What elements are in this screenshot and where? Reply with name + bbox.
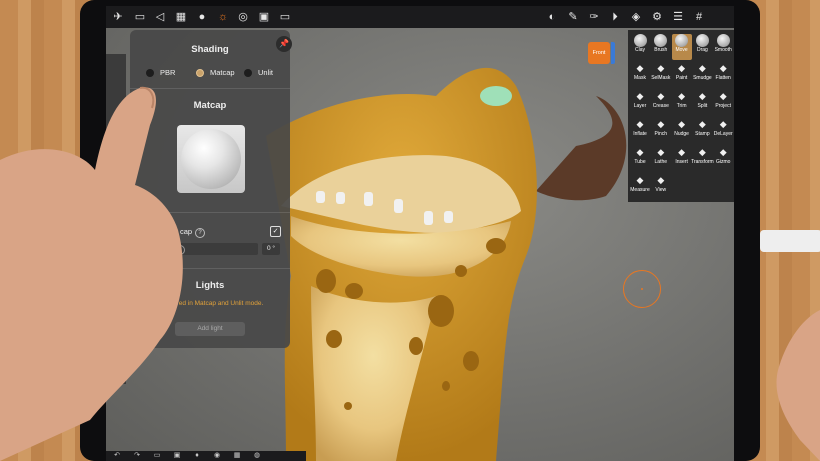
left-hand	[0, 87, 183, 461]
right-hand	[776, 310, 820, 461]
hands-overlay	[0, 86, 820, 461]
